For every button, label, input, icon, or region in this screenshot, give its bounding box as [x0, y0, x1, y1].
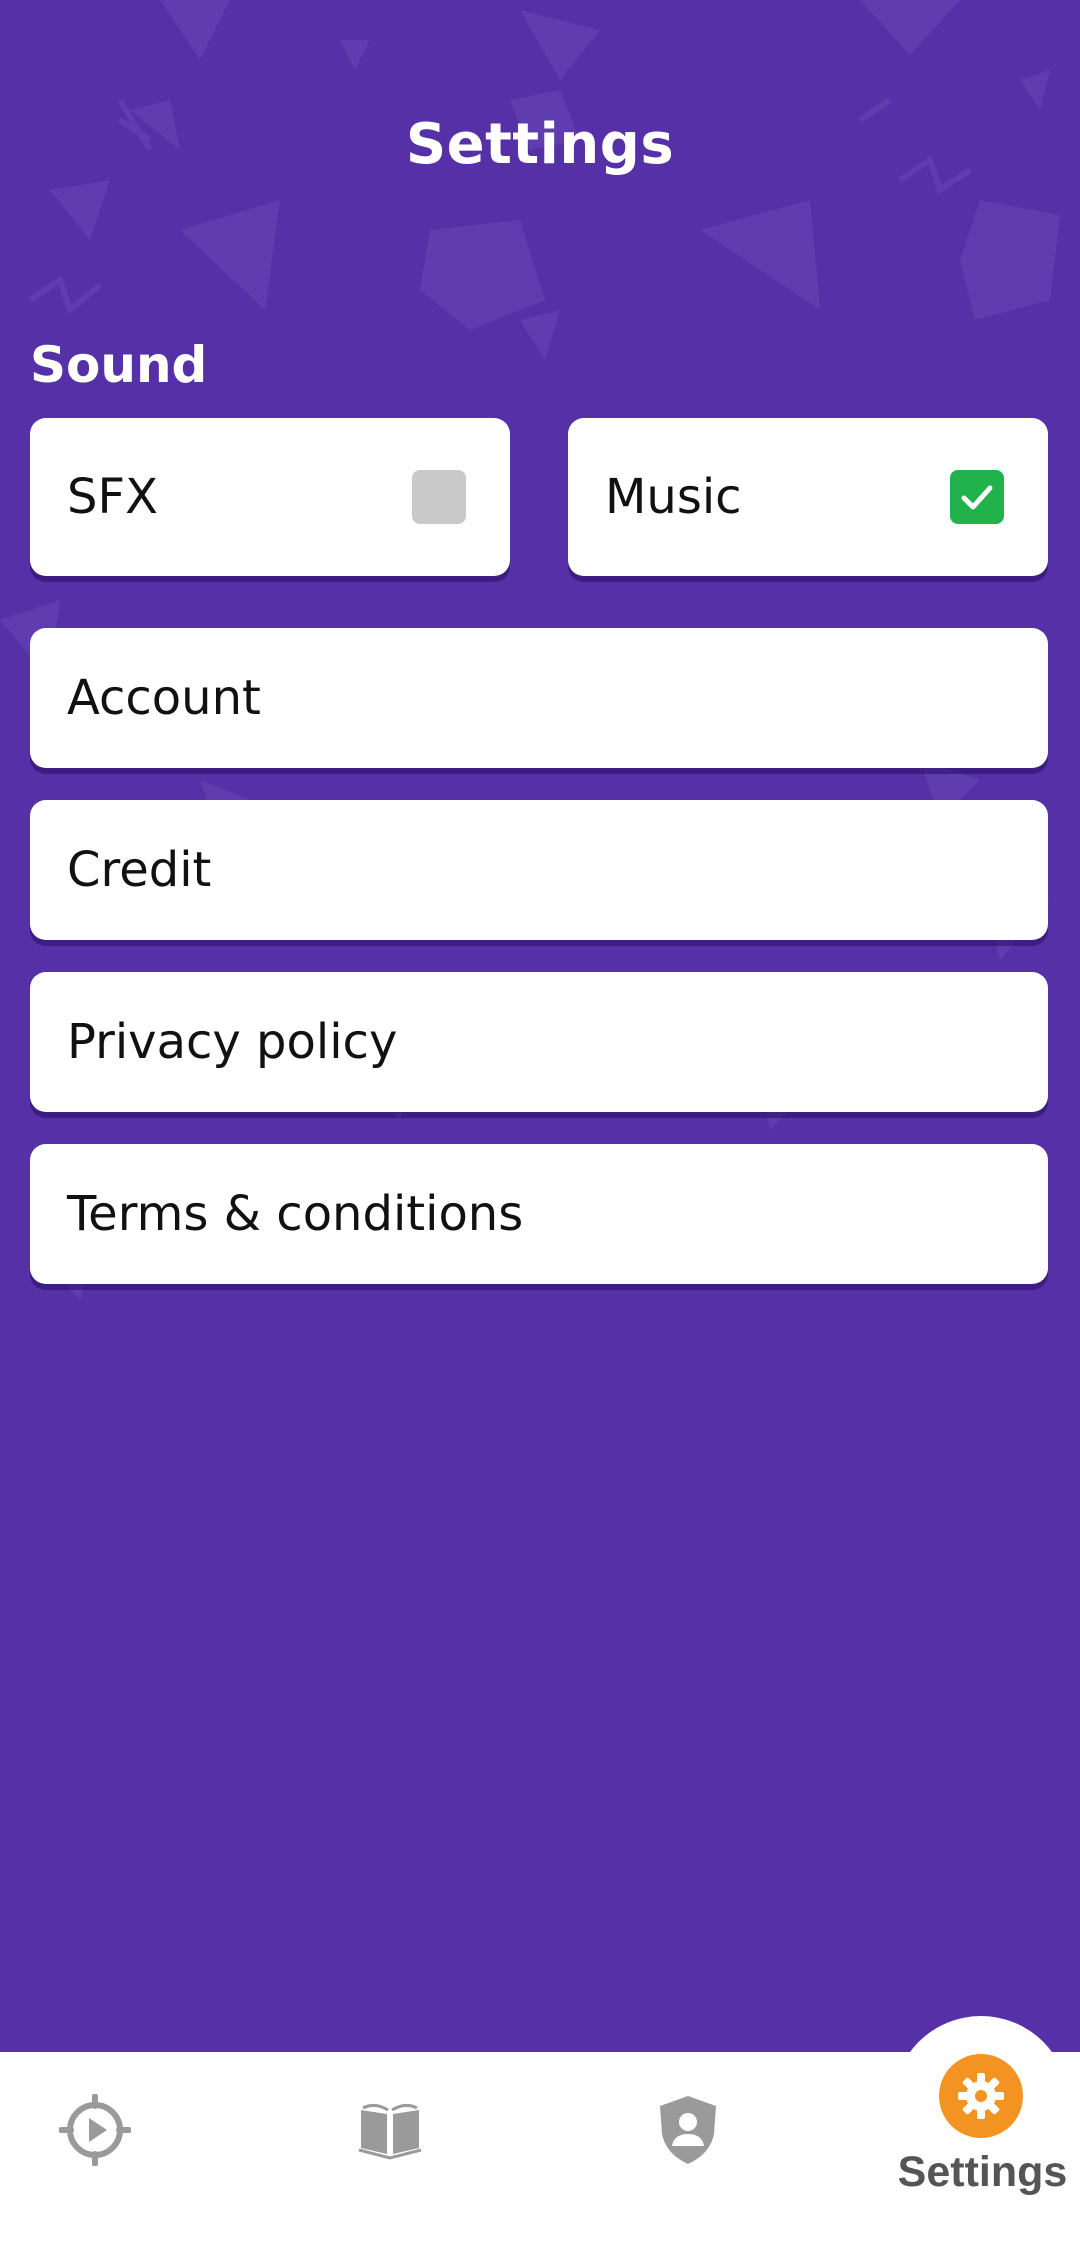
music-label: Music	[605, 469, 742, 525]
credit-row[interactable]: Credit	[30, 800, 1048, 940]
credit-label: Credit	[67, 842, 212, 898]
nav-play-tab[interactable]	[55, 2090, 135, 2170]
checkmark-icon	[961, 485, 993, 510]
privacy-policy-row[interactable]: Privacy policy	[30, 972, 1048, 1112]
nav-book-tab[interactable]	[350, 2090, 430, 2170]
account-label: Account	[67, 670, 261, 726]
play-target-icon	[59, 2094, 131, 2166]
settings-tab-label: Settings	[897, 2148, 1068, 2196]
sfx-toggle[interactable]: SFX	[30, 418, 510, 576]
book-icon	[358, 2103, 422, 2160]
user-shield-icon	[660, 2096, 716, 2164]
settings-screen: Settings Sound SFX Music Account Credit …	[0, 0, 1080, 2244]
page-title: Settings	[405, 112, 675, 177]
terms-conditions-row[interactable]: Terms & conditions	[30, 1144, 1048, 1284]
music-checkbox[interactable]	[950, 470, 1004, 524]
nav-profile-tab[interactable]	[648, 2090, 728, 2170]
gear-icon	[958, 2073, 1004, 2119]
sfx-checkbox[interactable]	[412, 470, 466, 524]
account-row[interactable]: Account	[30, 628, 1048, 768]
music-toggle[interactable]: Music	[568, 418, 1048, 576]
sound-section-label: Sound	[30, 336, 208, 394]
sfx-label: SFX	[67, 469, 158, 525]
settings-tab-icon-badge	[939, 2054, 1023, 2138]
privacy-policy-label: Privacy policy	[67, 1014, 398, 1070]
terms-conditions-label: Terms & conditions	[67, 1186, 524, 1242]
